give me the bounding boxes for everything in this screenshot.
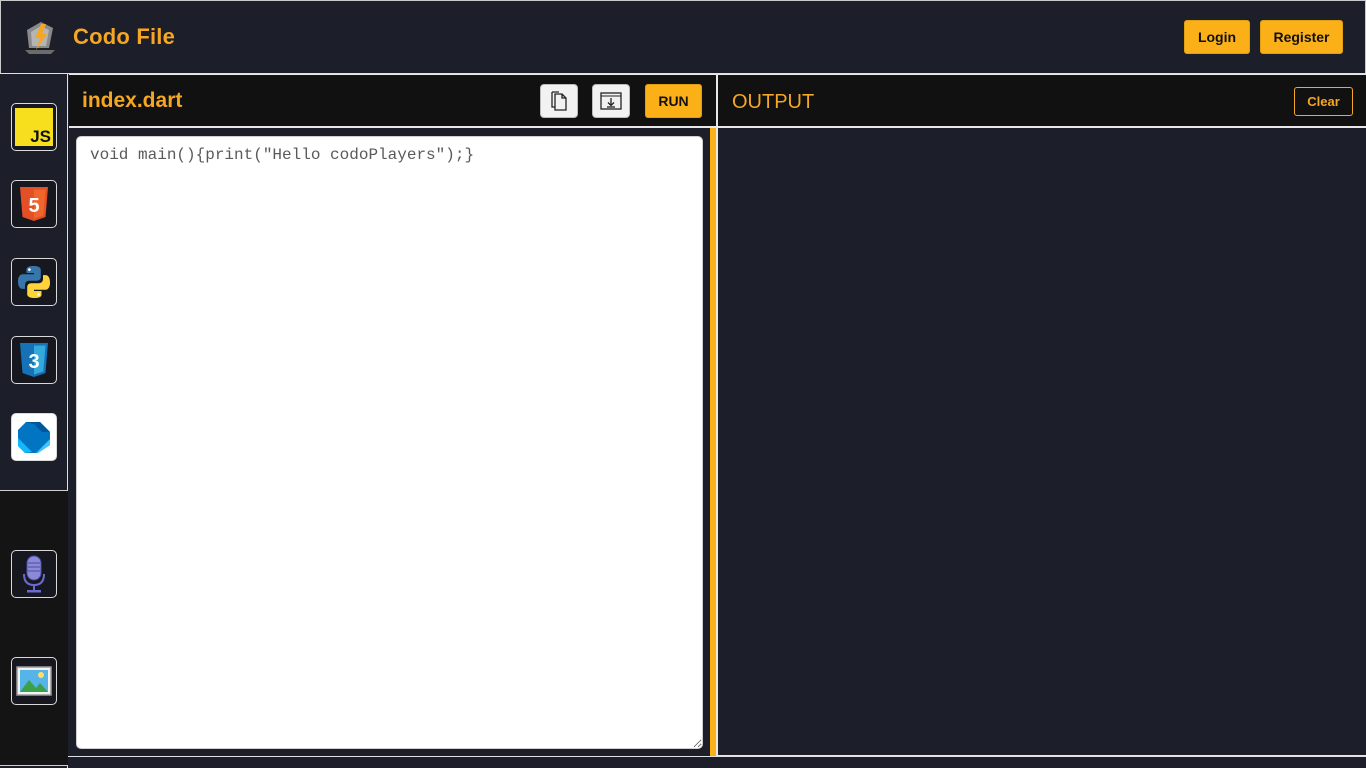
css3-icon: 3 — [20, 343, 48, 377]
python-icon — [18, 266, 50, 298]
code-editor[interactable]: void main(){print("Hello codoPlayers");} — [76, 136, 703, 749]
brand-name: Codo File — [73, 24, 176, 49]
download-button[interactable] — [592, 84, 630, 118]
output-panel — [716, 128, 1366, 756]
download-icon — [600, 92, 622, 110]
sidebar-item-css3[interactable]: 3 — [11, 336, 57, 384]
image-icon — [16, 666, 52, 696]
footer-divider — [68, 756, 1366, 768]
microphone-icon — [23, 555, 45, 593]
editor-panel: void main(){print("Hello codoPlayers");} — [69, 128, 709, 756]
codo-logo-icon — [25, 22, 55, 54]
sidebar-item-javascript[interactable]: JS — [11, 103, 57, 151]
sidebar-item-dart[interactable] — [11, 413, 57, 461]
login-button[interactable]: Login — [1184, 20, 1250, 54]
register-button[interactable]: Register — [1260, 20, 1343, 54]
sidebar-tools — [0, 490, 68, 766]
output-header: OUTPUT Clear — [716, 74, 1366, 128]
copy-button[interactable] — [540, 84, 578, 118]
language-sidebar: JS 5 3 — [0, 74, 68, 768]
sidebar-item-python[interactable] — [11, 258, 57, 306]
auth-buttons: Login Register — [1184, 20, 1343, 54]
editor-header: index.dart RUN — [69, 74, 716, 128]
clear-button[interactable]: Clear — [1294, 87, 1353, 116]
top-header: Codo File Login Register — [0, 0, 1366, 74]
output-title: OUTPUT — [732, 91, 815, 113]
javascript-icon-label: JS — [30, 127, 51, 146]
html5-icon: 5 — [20, 187, 48, 221]
javascript-icon: JS — [15, 108, 53, 146]
copy-icon — [551, 91, 567, 111]
sidebar-item-html5[interactable]: 5 — [11, 180, 57, 228]
css3-icon-label: 3 — [28, 351, 39, 373]
run-button[interactable]: RUN — [645, 84, 702, 118]
app-root: Codo File Login Register JS 5 3 index.da… — [0, 0, 1366, 768]
editor-file-name: index.dart — [82, 89, 183, 112]
brand[interactable]: Codo File — [21, 18, 175, 56]
sidebar-item-image[interactable] — [11, 657, 57, 705]
html5-icon-label: 5 — [28, 195, 39, 217]
dart-icon — [18, 422, 50, 453]
sidebar-item-microphone[interactable] — [11, 550, 57, 598]
